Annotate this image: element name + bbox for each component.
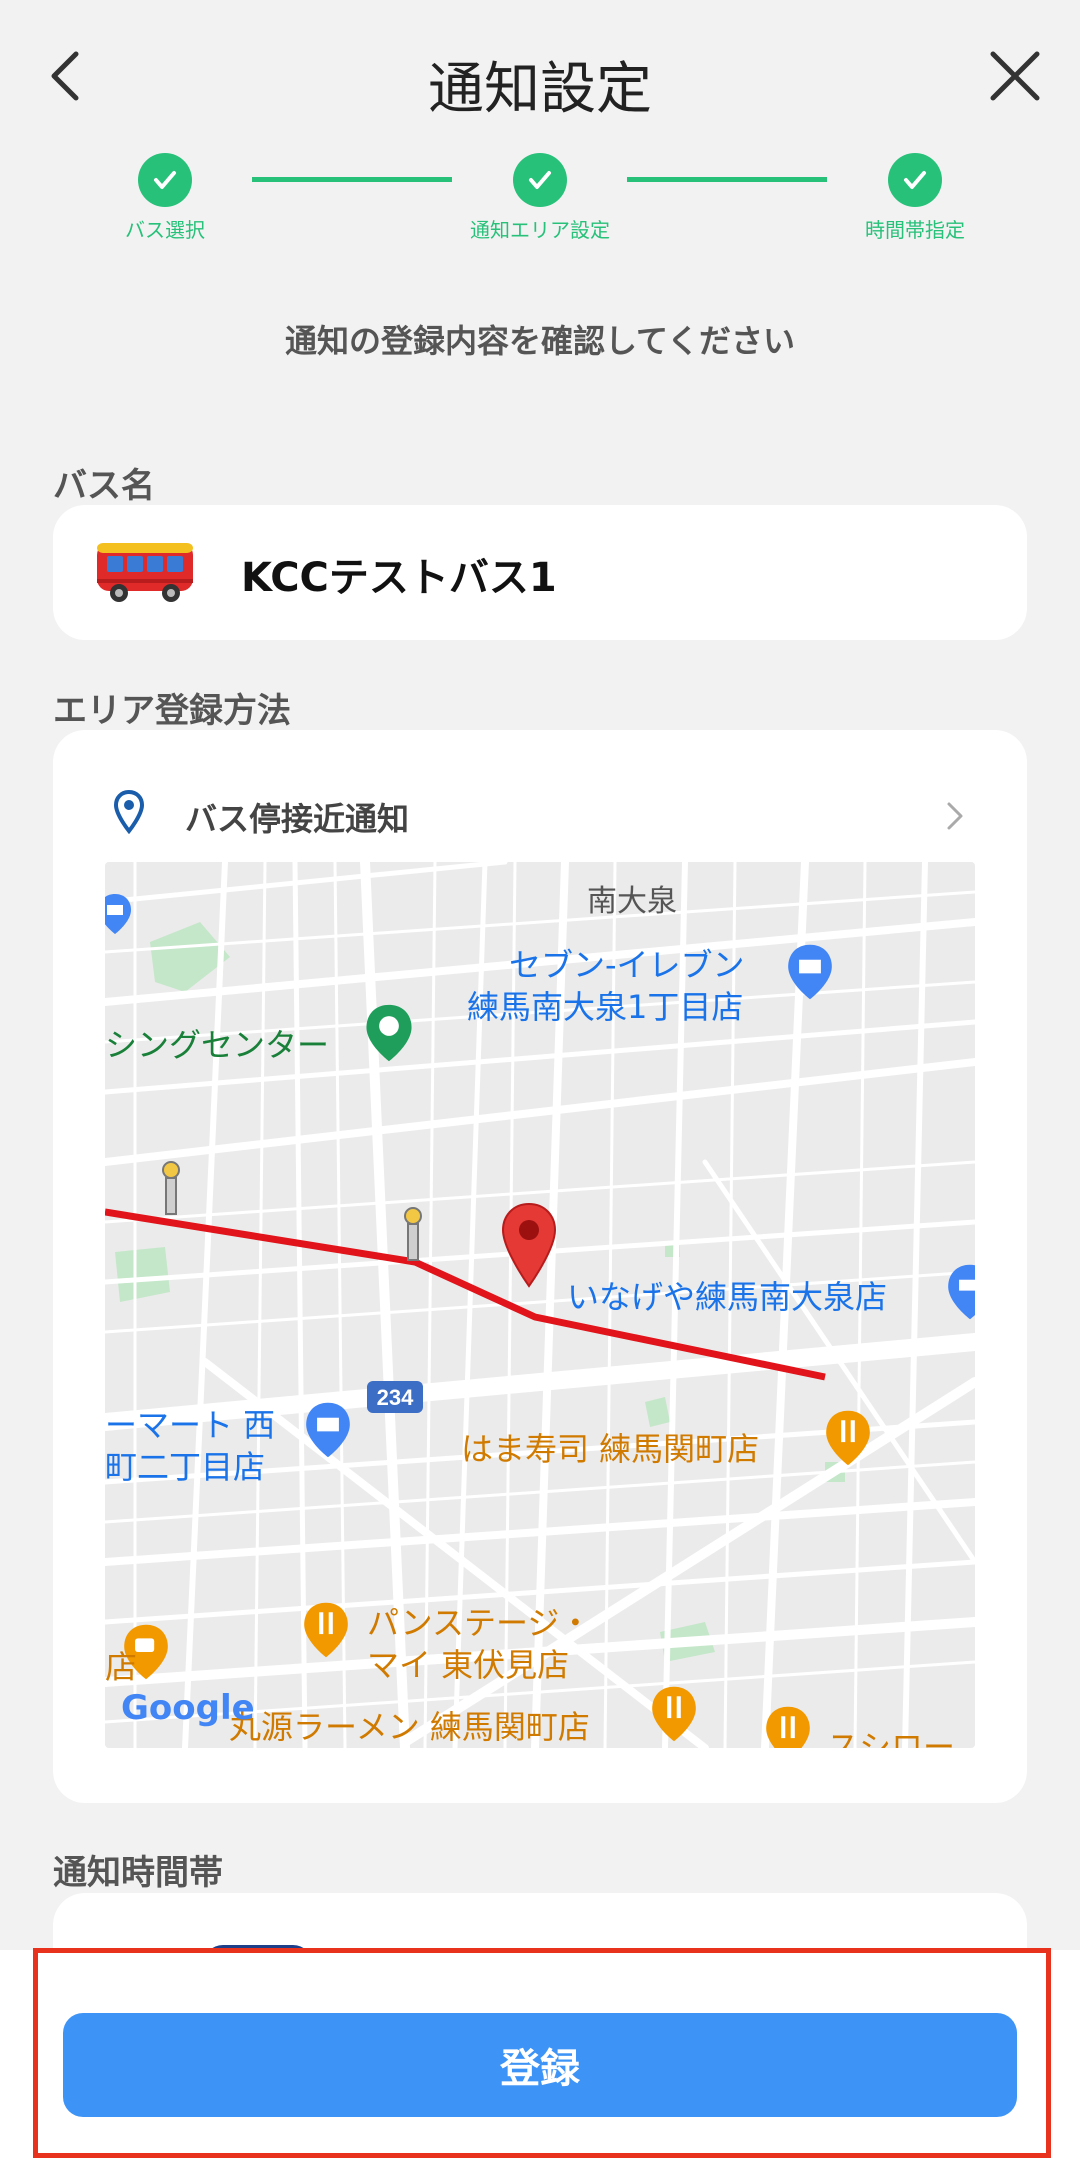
check-icon — [904, 171, 926, 189]
map-label: シングセンター — [105, 1026, 330, 1064]
instruction-text: 通知の登録内容を確認してください — [284, 322, 796, 360]
step-3-check — [888, 153, 942, 207]
route-number: 234 — [377, 1385, 414, 1410]
check-icon — [529, 171, 551, 189]
map-label: 丸源ラーメン 練馬関町店 — [229, 1708, 590, 1746]
bus-card: KCCテストバス1 — [53, 505, 1027, 640]
shopping-cart-icon — [948, 1264, 975, 1320]
time-section-label: 通知時間帯 — [53, 1853, 223, 1893]
close-button[interactable] — [985, 46, 1045, 106]
map-label: 町二丁目店 — [105, 1448, 266, 1486]
map-label: マイ 東伏見店 — [367, 1646, 570, 1684]
map-label: 店 — [105, 1648, 138, 1686]
map-label: セブン-イレブン — [509, 946, 745, 984]
route-map[interactable]: 234 南大泉 セブン-イレブン 練馬南大泉1丁目店 シングセンター いなげや練… — [105, 862, 975, 1748]
restaurant-icon — [304, 1602, 348, 1658]
location-pin-icon — [113, 790, 145, 834]
restaurant-icon — [826, 1410, 870, 1466]
step-label: 時間帯指定 — [865, 218, 965, 242]
convenience-store-icon — [306, 1402, 350, 1458]
restaurant-icon — [652, 1686, 696, 1742]
google-logo: Google — [121, 1688, 255, 1728]
convenience-store-icon — [105, 894, 131, 934]
register-button[interactable]: 登録 — [63, 2013, 1017, 2117]
step-label: バス選択 — [125, 218, 205, 242]
shopping-icon — [366, 1004, 412, 1062]
restaurant-icon — [766, 1706, 810, 1748]
map-label: ーマート 西 — [105, 1406, 276, 1444]
header: 通知設定 — [0, 0, 1080, 160]
step-connector — [252, 177, 452, 182]
step-connector — [627, 177, 827, 182]
page-title: 通知設定 — [428, 57, 652, 122]
location-marker-icon — [501, 1202, 557, 1288]
map-label: 南大泉 — [587, 884, 677, 919]
area-section-label: エリア登録方法 — [53, 691, 291, 731]
step-1-check — [138, 153, 192, 207]
area-method-label: バス停接近通知 — [185, 800, 410, 838]
map-label: スシロー — [827, 1728, 956, 1748]
chevron-right-icon[interactable] — [943, 798, 967, 834]
check-icon — [154, 171, 176, 189]
close-icon — [990, 51, 1040, 101]
bus-stop-icon — [162, 1161, 180, 1215]
step-2-check — [513, 153, 567, 207]
map-label: はま寿司 練馬関町店 — [461, 1430, 760, 1468]
bus-name: KCCテストバス1 — [241, 555, 557, 601]
map-label: いなげや練馬南大泉店 — [567, 1278, 888, 1316]
bus-icon — [97, 543, 193, 602]
step-label: 通知エリア設定 — [470, 218, 610, 242]
map-label: パンステージ・ — [367, 1604, 592, 1642]
bus-section-label: バス名 — [53, 466, 155, 506]
map-label: 練馬南大泉1丁目店 — [467, 988, 744, 1026]
bus-stop-icon — [404, 1207, 422, 1261]
area-card[interactable]: バス停接近通知 234 南大泉 セブン-イレブン 練馬南大泉1丁目店 シングセン… — [53, 730, 1027, 1803]
convenience-store-icon — [788, 944, 832, 1000]
